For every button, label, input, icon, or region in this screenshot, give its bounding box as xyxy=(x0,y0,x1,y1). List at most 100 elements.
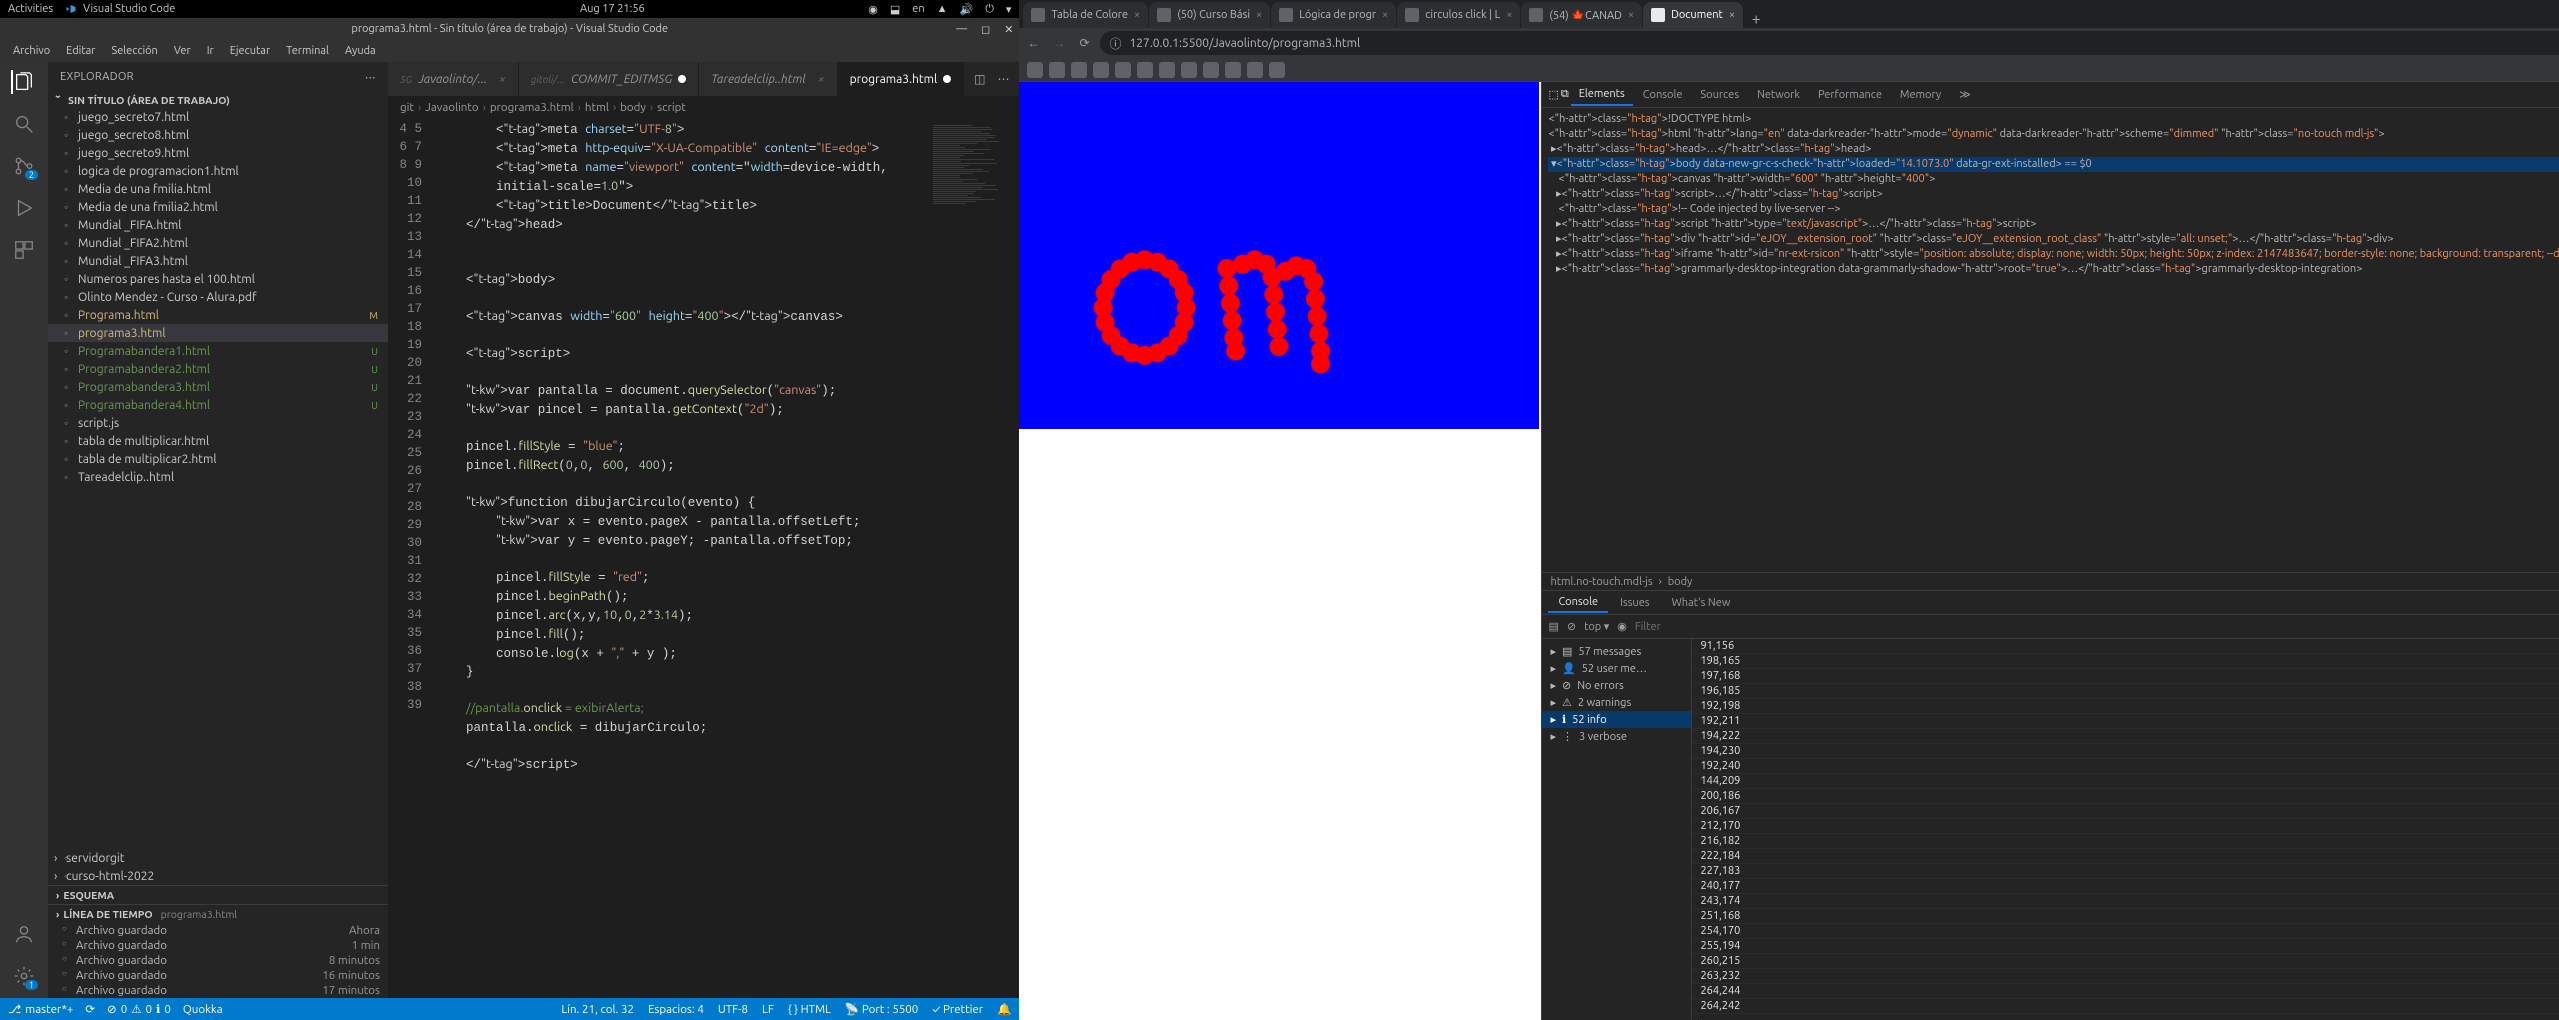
sidebar-more-icon[interactable]: ⋯ xyxy=(365,71,376,84)
editor-tab[interactable]: gitoli/... COMMIT_EDITMSG xyxy=(519,62,699,96)
file-item[interactable]: Tareadelclip..html xyxy=(48,468,388,486)
devtools-tab-console[interactable]: Console xyxy=(1635,85,1691,105)
back-icon[interactable]: ← xyxy=(1027,36,1039,50)
activities[interactable]: Activities xyxy=(8,3,53,15)
file-item[interactable]: juego_secreto9.html xyxy=(48,144,388,162)
devtools-tab-performance[interactable]: Performance xyxy=(1810,85,1890,105)
file-item[interactable]: Programabandera1.htmlU xyxy=(48,342,388,360)
console-cat[interactable]: ▸⋮3 verbose xyxy=(1542,728,1691,745)
console-sidebar-toggle-icon[interactable]: ▤ xyxy=(1548,620,1558,633)
source-control-icon[interactable]: 2 xyxy=(12,154,36,178)
notifications-icon[interactable]: 🔔 xyxy=(997,1002,1011,1016)
file-item[interactable]: tabla de multiplicar.html xyxy=(48,432,388,450)
chrome-tab[interactable]: Tabla de Colore× xyxy=(1023,2,1148,28)
close-button[interactable]: ✕ xyxy=(1004,23,1013,36)
bookmark-item[interactable] xyxy=(1049,62,1065,78)
devtools-tab-network[interactable]: Network xyxy=(1749,85,1808,105)
eol[interactable]: LF xyxy=(762,1003,774,1016)
outline-section[interactable]: › ESQUEMA xyxy=(48,885,388,904)
menu-ir[interactable]: Ir xyxy=(200,43,221,59)
git-branch[interactable]: ⎇ master*+ xyxy=(8,1002,73,1016)
folder-item[interactable]: ›servidorgit xyxy=(48,849,388,867)
editor-tab[interactable]: Tareadelclip..html× xyxy=(699,62,837,96)
editor-tab[interactable]: programa3.html xyxy=(838,62,965,96)
chrome-tab[interactable]: circulos click | L× xyxy=(1397,2,1520,28)
file-item[interactable]: Numeros pares hasta el 100.html xyxy=(48,270,388,288)
chrome-tab[interactable]: Document× xyxy=(1643,2,1743,28)
discord-icon[interactable]: ◉ xyxy=(868,3,878,16)
bookmark-item[interactable] xyxy=(1115,62,1131,78)
file-item[interactable]: Mundial _FIFA.html xyxy=(48,216,388,234)
file-item[interactable]: Mundial _FIFA2.html xyxy=(48,234,388,252)
search-icon[interactable] xyxy=(12,112,36,136)
reload-icon[interactable]: ⟳ xyxy=(1079,36,1089,50)
cursor-position[interactable]: Lín. 21, col. 32 xyxy=(561,1003,634,1016)
file-item[interactable]: Media de una fmilia.html xyxy=(48,180,388,198)
sync-icon[interactable]: ⟳ xyxy=(85,1002,95,1016)
breadcrumb[interactable]: git›Javaolinto›programa3.html›html›body›… xyxy=(388,96,1019,118)
editor-tab[interactable]: 5G Javaolinto/...× xyxy=(388,62,519,96)
timeline-item[interactable]: Archivo guardado8 minutos xyxy=(48,953,388,968)
drawer-tab-console[interactable]: Console xyxy=(1548,593,1608,613)
file-item[interactable]: Olinto Mendez - Curso - Alura.pdf xyxy=(48,288,388,306)
network-icon[interactable]: ▲ xyxy=(937,3,948,15)
problems[interactable]: ⊘ 0 ⚠ 0 ℹ 0 xyxy=(107,1002,171,1016)
bookmark-item[interactable] xyxy=(1181,62,1197,78)
bookmark-item[interactable] xyxy=(1225,62,1241,78)
file-item[interactable]: tabla de multiplicar2.html xyxy=(48,450,388,468)
encoding[interactable]: UTF-8 xyxy=(718,1003,748,1016)
live-server-port[interactable]: 📡 Port : 5500 xyxy=(845,1002,918,1016)
console-context[interactable]: top ▾ xyxy=(1584,620,1609,633)
forward-icon[interactable]: → xyxy=(1053,36,1065,50)
bookmark-item[interactable] xyxy=(1071,62,1087,78)
minimap[interactable] xyxy=(929,118,1019,998)
power-icon[interactable]: ⏻ xyxy=(985,3,994,16)
device-toggle-icon[interactable]: ⧉ xyxy=(1561,88,1569,101)
workspace-section[interactable]: › SIN TÍTULO (ÁREA DE TRABAJO) xyxy=(48,92,388,108)
chrome-tab[interactable]: (50) Curso Bási× xyxy=(1149,2,1270,28)
menu-selección[interactable]: Selección xyxy=(104,43,164,59)
timeline-item[interactable]: Archivo guardadoAhora xyxy=(48,923,388,938)
file-item[interactable]: Programabandera3.htmlU xyxy=(48,378,388,396)
devtools-tab-elements[interactable]: Elements xyxy=(1571,84,1633,106)
timeline-item[interactable]: Archivo guardado17 minutos xyxy=(48,983,388,998)
console-log[interactable]: 91,156programa3.html:31198,165programa3.… xyxy=(1692,639,2559,1020)
bookmark-item[interactable] xyxy=(1247,62,1263,78)
bookmark-item[interactable] xyxy=(1159,62,1175,78)
console-cat[interactable]: ▸ℹ52 info xyxy=(1542,711,1691,728)
devtools-tab-sources[interactable]: Sources xyxy=(1692,85,1747,105)
split-editor-icon[interactable]: ◫ xyxy=(974,72,985,86)
devtools-tab-memory[interactable]: Memory xyxy=(1892,85,1949,105)
bookmark-item[interactable] xyxy=(1203,62,1219,78)
folder-item[interactable]: ›curso-html-2022 xyxy=(48,867,388,885)
code-editor[interactable]: <"t-tag">meta charset="UTF-8"> <"t-tag">… xyxy=(436,118,929,998)
url-input[interactable]: ⓘ 127.0.0.1:5500/Javaolinto/programa3.ht… xyxy=(1100,31,2559,55)
console-clear-icon[interactable]: ⊘ xyxy=(1567,620,1576,633)
timeline-section[interactable]: › LÍNEA DE TIEMPO programa3.html xyxy=(48,904,388,923)
tray-icon[interactable]: ⬓ xyxy=(890,3,900,16)
console-cat[interactable]: ▸▤57 messages xyxy=(1542,643,1691,660)
bookmark-item[interactable] xyxy=(1027,62,1043,78)
file-item[interactable]: Programa.htmlM xyxy=(48,306,388,324)
prettier[interactable]: ✓ Prettier xyxy=(932,1003,983,1016)
more-actions-icon[interactable]: ⋯ xyxy=(997,72,1009,86)
lang-indicator[interactable]: en xyxy=(912,3,924,15)
timeline-item[interactable]: Archivo guardado16 minutos xyxy=(48,968,388,983)
bookmark-item[interactable] xyxy=(1269,62,1285,78)
elements-breadcrumb[interactable]: html.no-touch.mdl-js›body xyxy=(1542,572,2559,590)
minimize-button[interactable]: — xyxy=(956,23,967,36)
file-item[interactable]: Programabandera2.htmlU xyxy=(48,360,388,378)
rendered-page[interactable] xyxy=(1019,82,1541,1020)
account-icon[interactable] xyxy=(12,922,36,946)
console-cat[interactable]: ▸⊘No errors xyxy=(1542,677,1691,694)
chrome-tab[interactable]: Lógica de progr× xyxy=(1271,2,1396,28)
volume-icon[interactable]: 🔊 xyxy=(960,3,974,16)
bookmark-item[interactable] xyxy=(1093,62,1109,78)
file-item[interactable]: Mundial _FIFA3.html xyxy=(48,252,388,270)
menu-ejecutar[interactable]: Ejecutar xyxy=(223,43,277,59)
indentation[interactable]: Espacios: 4 xyxy=(648,1003,704,1016)
drawer-tab-what-s-new[interactable]: What's New xyxy=(1662,594,1741,612)
file-item[interactable]: programa3.html xyxy=(48,324,388,342)
menu-terminal[interactable]: Terminal xyxy=(279,43,336,59)
file-item[interactable]: juego_secreto8.html xyxy=(48,126,388,144)
